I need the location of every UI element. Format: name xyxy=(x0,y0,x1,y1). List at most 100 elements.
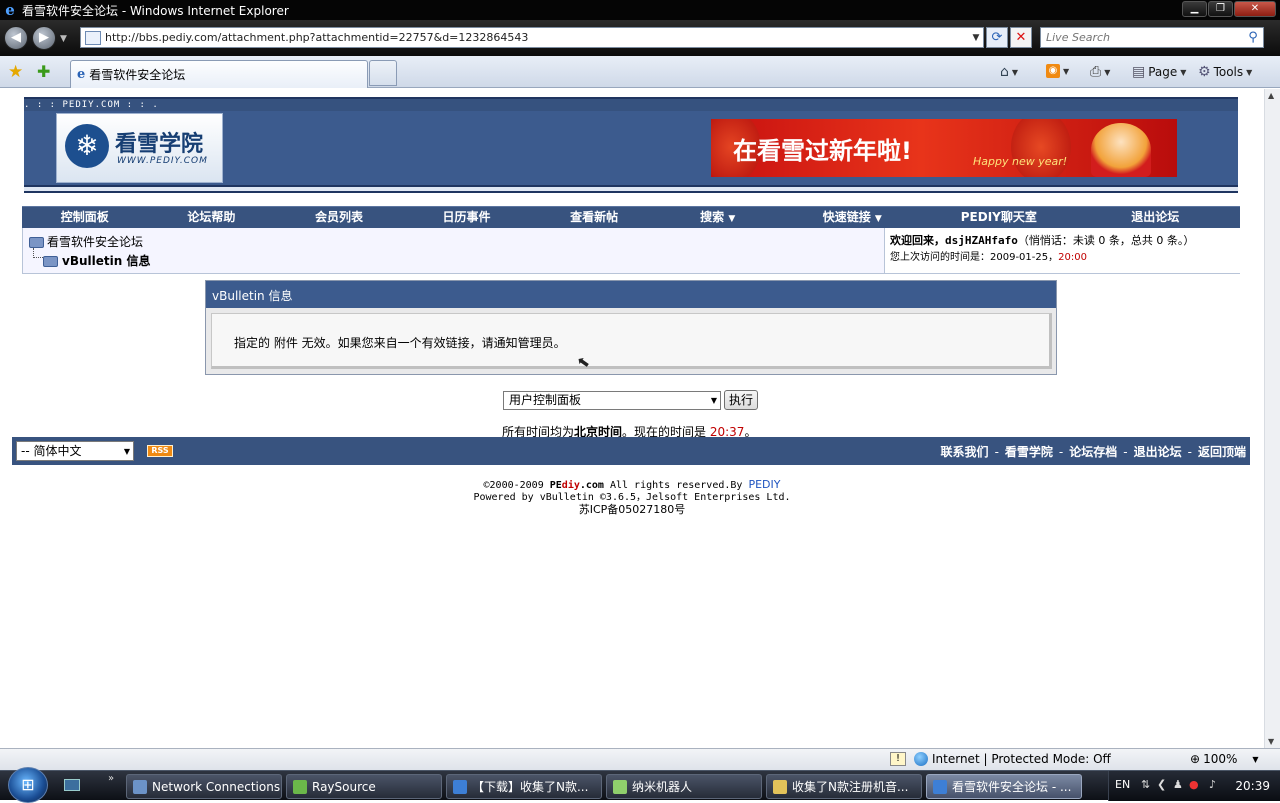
logo-title: 看雪学院 xyxy=(115,132,204,157)
last-visit-label: 您上次访问的时间是：2009-01-25， xyxy=(890,252,1059,263)
welcome-panel: 欢迎回来，dsjHZAHfafo（悄悄话：未读 0 条，总共 0 条。） 您上次… xyxy=(884,228,1240,273)
taskbar-item-raysource[interactable]: RaySource xyxy=(286,774,442,799)
search-icon[interactable]: ⚲ xyxy=(1243,30,1263,45)
add-favorites-icon[interactable]: ✚ xyxy=(37,62,50,81)
brand-com: .com xyxy=(579,480,604,491)
footer-link-archive[interactable]: 论坛存档 xyxy=(1069,445,1117,459)
brand-pe: PE xyxy=(549,480,562,491)
quick-launch-more-icon[interactable]: » xyxy=(108,773,114,784)
person-tray-icon[interactable]: ♟ xyxy=(1173,778,1183,791)
brand-diy: diy xyxy=(561,480,580,491)
tree-connector xyxy=(33,248,43,258)
taskbar-item-folder[interactable]: 收集了N款注册机音... xyxy=(766,774,922,799)
address-url[interactable]: http://bbs.pediy.com/attachment.php?atta… xyxy=(105,31,969,44)
back-arrow-icon[interactable]: ❮ xyxy=(1157,778,1166,791)
footer-link-contact[interactable]: 联系我们 xyxy=(941,445,989,459)
tab-current[interactable]: e 看雪软件安全论坛 xyxy=(70,60,368,88)
rss-icon[interactable]: RSS xyxy=(147,445,173,457)
show-desktop-icon[interactable] xyxy=(64,779,80,791)
copyright-block: ©2000-2009 PEdiy.com All rights reserved… xyxy=(0,479,1264,516)
footer-links: 联系我们 - 看雪学院 - 论坛存档 - 退出论坛 - 返回顶端 xyxy=(941,443,1246,460)
footer-link-top[interactable]: 返回顶端 xyxy=(1198,445,1246,459)
tools-menu-label: Tools xyxy=(1213,65,1244,79)
scroll-up-icon[interactable]: ▲ xyxy=(1268,91,1274,100)
gear-icon: ⚙ xyxy=(1198,64,1211,80)
print-button[interactable]: ⎙ ▼ xyxy=(1090,64,1110,80)
nav-search-label: 搜索 xyxy=(700,210,725,224)
live-search-box[interactable]: ⚲ xyxy=(1040,27,1264,48)
breadcrumb-root[interactable]: 看雪软件安全论坛 xyxy=(29,233,143,250)
stop-button[interactable]: ✕ xyxy=(1010,27,1032,48)
address-bar[interactable]: http://bbs.pediy.com/attachment.php?atta… xyxy=(80,27,984,48)
language-select[interactable]: -- 简体中文 ▼ xyxy=(16,441,134,461)
footer-separator: - xyxy=(1187,445,1192,459)
welcome-line: 欢迎回来，dsjHZAHfafo（悄悄话：未读 0 条，总共 0 条。） xyxy=(890,232,1240,248)
icp-license: 苏ICP备05027180号 xyxy=(578,503,686,516)
feeds-button[interactable]: ◉ ▼ xyxy=(1046,64,1069,78)
dropdown-arrow-icon: ▼ xyxy=(874,214,882,224)
home-button[interactable]: ⌂ ▼ xyxy=(1000,64,1018,80)
recent-pages-dropdown[interactable]: ▼ xyxy=(60,34,67,44)
security-zone[interactable]: Internet | Protected Mode: Off xyxy=(914,752,1111,766)
network-icon xyxy=(133,779,147,794)
close-window-button[interactable]: ✕ xyxy=(1234,1,1276,17)
taskbar-item-network[interactable]: Network Connections xyxy=(126,774,282,799)
lantern-decoration xyxy=(1011,119,1071,177)
username-link[interactable]: dsjHZAHfafo xyxy=(945,234,1018,247)
footer-link-logout[interactable]: 退出论坛 xyxy=(1134,445,1182,459)
clock[interactable]: 20:39 xyxy=(1235,779,1270,793)
zoom-control[interactable]: ⊕ 100% ▼ xyxy=(1190,752,1259,766)
nav-calendar[interactable]: 日历事件 xyxy=(403,207,531,229)
address-dropdown-icon[interactable]: ▼ xyxy=(969,33,983,43)
zoom-level: 100% xyxy=(1203,752,1238,766)
pediy-link[interactable]: PEDIY xyxy=(748,478,780,491)
minimize-button[interactable]: ▁ xyxy=(1182,1,1207,17)
breadcrumb-current: vBulletin 信息 xyxy=(43,252,150,269)
search-input[interactable] xyxy=(1041,31,1243,44)
vertical-scrollbar[interactable]: ▲ ▼ xyxy=(1264,89,1280,748)
zoom-icon: ⊕ xyxy=(1190,752,1201,766)
breadcrumb: 看雪软件安全论坛 vBulletin 信息 xyxy=(23,228,884,273)
refresh-button[interactable]: ⟳ xyxy=(986,27,1008,48)
web-page: . : : PEDIY.COM : : . ❄ 看雪学院 WWW.PEDIY.C… xyxy=(0,89,1264,748)
taskbar-item-download[interactable]: 【下载】收集了N款... xyxy=(446,774,602,799)
go-button[interactable]: 执行 xyxy=(724,390,758,410)
last-visit-time: 20:00 xyxy=(1058,252,1087,263)
nav-control-panel[interactable]: 控制面板 xyxy=(22,207,148,229)
site-logo[interactable]: ❄ 看雪学院 WWW.PEDIY.COM xyxy=(56,113,223,183)
maximize-button[interactable]: ❐ xyxy=(1208,1,1233,17)
favorites-star-icon[interactable]: ★ xyxy=(8,62,23,82)
taskbar-item-nanobot[interactable]: 纳米机器人 xyxy=(606,774,762,799)
nav-forum-help[interactable]: 论坛帮助 xyxy=(148,207,276,229)
nav-member-list[interactable]: 会员列表 xyxy=(275,207,403,229)
scroll-down-icon[interactable]: ▼ xyxy=(1268,737,1274,746)
start-button[interactable]: ⊞ xyxy=(8,767,48,803)
nav-new-posts[interactable]: 查看新帖 xyxy=(530,207,658,229)
printer-icon: ⎙ xyxy=(1090,64,1102,80)
page-menu[interactable]: ▤ Page ▼ xyxy=(1132,64,1186,80)
footer-separator: - xyxy=(1123,445,1128,459)
forum-jump-select[interactable]: 用户控制面板 ▼ xyxy=(503,391,721,410)
network-tray-icon[interactable]: ⇅ xyxy=(1141,778,1150,791)
nav-search[interactable]: 搜索 ▼ xyxy=(658,207,778,229)
footer-link-home[interactable]: 看雪学院 xyxy=(1005,445,1053,459)
new-year-banner[interactable]: 在看雪过新年啦! Happy new year! xyxy=(711,119,1177,177)
nav-chat-room[interactable]: PEDIY聊天室 xyxy=(927,207,1071,229)
forward-button[interactable]: ▶ xyxy=(32,26,56,50)
taskbar-item-ie-active[interactable]: 看雪软件安全论坛 - ... xyxy=(926,774,1082,799)
forum-navbar: 控制面板 论坛帮助 会员列表 日历事件 查看新帖 搜索 ▼ 快速链接 ▼ PED… xyxy=(22,206,1240,228)
nav-quick-links[interactable]: 快速链接 ▼ xyxy=(778,207,928,229)
tools-menu[interactable]: ⚙ Tools ▼ xyxy=(1198,64,1252,80)
security-warning-icon[interactable]: ! xyxy=(890,752,906,766)
ie-icon xyxy=(453,779,467,794)
globe-icon xyxy=(914,752,928,766)
private-messages-link[interactable]: （悄悄话：未读 0 条，总共 0 条。） xyxy=(1018,234,1194,247)
speaker-icon[interactable]: ♪ xyxy=(1209,778,1216,791)
input-language[interactable]: EN xyxy=(1115,778,1130,791)
chevron-down-icon: ▼ xyxy=(123,447,130,456)
back-button[interactable]: ◀ xyxy=(4,26,28,50)
new-tab-button[interactable] xyxy=(369,60,397,86)
footer-bar: -- 简体中文 ▼ RSS 联系我们 - 看雪学院 - 论坛存档 - 退出论坛 - 返回顶端 xyxy=(12,437,1250,465)
nav-logout[interactable]: 退出论坛 xyxy=(1071,207,1240,229)
qq-tray-icon[interactable]: ● xyxy=(1189,778,1199,791)
